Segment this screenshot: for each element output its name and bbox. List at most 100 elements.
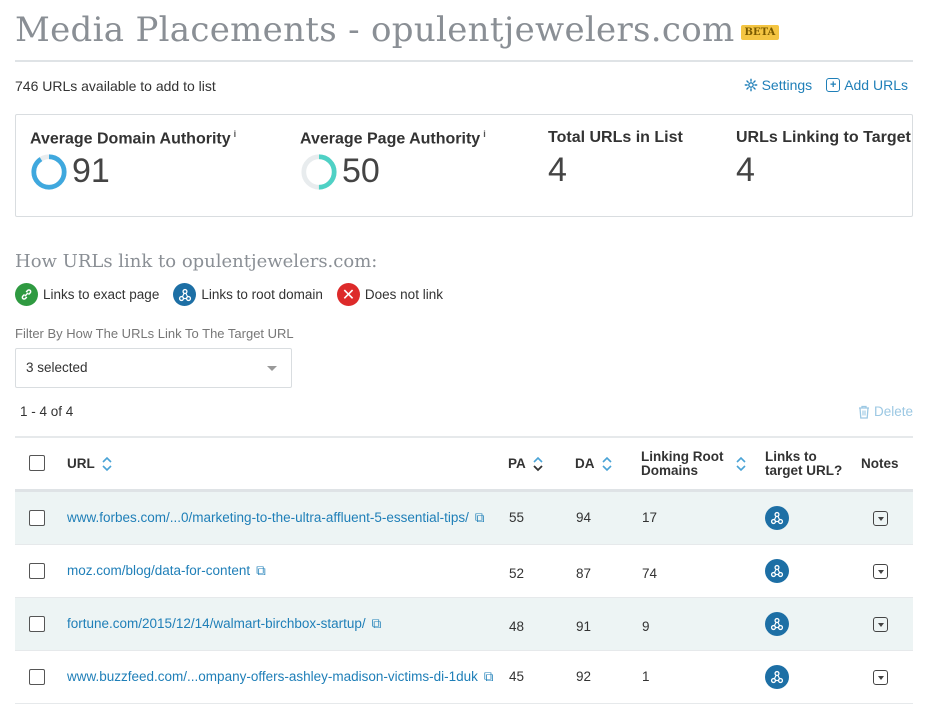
- table-row: www.buzzfeed.com/...ompany-offers-ashley…: [15, 651, 913, 704]
- url-cell: moz.com/blog/data-for-content ⧉: [67, 563, 266, 579]
- x-icon: ✕: [336, 283, 360, 306]
- lrd-cell: 9: [642, 619, 650, 634]
- stat-page-authority: Average Page Authority i 50: [300, 129, 486, 191]
- network-icon: [173, 283, 197, 306]
- row-checkbox[interactable]: [29, 669, 45, 685]
- plus-icon: +: [826, 78, 841, 92]
- stat-label: Average Domain Authority: [30, 130, 231, 148]
- da-cell: 87: [576, 566, 592, 581]
- trash-icon: [858, 405, 869, 419]
- stat-value: 50: [342, 152, 380, 191]
- info-icon[interactable]: i: [483, 129, 486, 139]
- legend-item-root-domain: Links to root domain: [173, 283, 323, 306]
- row-checkbox[interactable]: [29, 510, 45, 526]
- url-cell: www.forbes.com/...0/marketing-to-the-ult…: [67, 510, 485, 526]
- sort-desc-icon: [533, 457, 543, 472]
- row-checkbox[interactable]: [29, 616, 45, 632]
- pa-cell: 48: [509, 619, 525, 634]
- column-header-links-to-target: Links to target URL?: [765, 449, 843, 478]
- network-icon: [765, 612, 789, 636]
- result-count: 1 - 4 of 4: [20, 404, 74, 419]
- page-authority-ring: [301, 154, 337, 190]
- delete-button[interactable]: Delete: [858, 404, 913, 419]
- stat-label: Total URLs in List: [548, 129, 683, 146]
- top-actions: Settings + Add URLs: [744, 77, 908, 93]
- column-header-da[interactable]: DA: [575, 456, 613, 472]
- url-link[interactable]: fortune.com/2015/12/14/walmart-birchbox-…: [67, 616, 366, 631]
- notes-dropdown-button[interactable]: [873, 511, 888, 526]
- settings-button[interactable]: Settings: [744, 77, 813, 93]
- network-icon: [765, 665, 789, 689]
- add-urls-label: Add URLs: [844, 77, 908, 93]
- url-link[interactable]: moz.com/blog/data-for-content: [67, 563, 250, 578]
- sort-icon: [602, 457, 612, 472]
- row-checkbox[interactable]: [29, 563, 45, 579]
- table-row: moz.com/blog/data-for-content ⧉ 52 87 74: [15, 545, 913, 598]
- external-link-icon[interactable]: ⧉: [475, 510, 485, 525]
- url-cell: fortune.com/2015/12/14/walmart-birchbox-…: [67, 616, 381, 632]
- stat-domain-authority: Average Domain Authority i 91: [30, 129, 236, 191]
- legend-label: Links to root domain: [201, 287, 323, 302]
- sort-icon: [102, 457, 112, 472]
- info-icon[interactable]: i: [234, 129, 237, 139]
- lrd-cell: 1: [642, 669, 650, 684]
- delete-label: Delete: [873, 404, 913, 419]
- filter-selected-value: 3 selected: [26, 360, 88, 375]
- da-cell: 91: [576, 619, 592, 634]
- urls-available-text: 746 URLs available to add to list: [15, 78, 216, 94]
- external-link-icon[interactable]: ⧉: [372, 616, 382, 631]
- table-row: www.forbes.com/...0/marketing-to-the-ult…: [15, 492, 913, 545]
- external-link-icon[interactable]: ⧉: [256, 563, 266, 578]
- stats-panel: Average Domain Authority i 91 Average Pag…: [15, 114, 913, 217]
- stat-value: 91: [72, 152, 110, 191]
- sort-icon[interactable]: [735, 456, 747, 472]
- column-header-url[interactable]: URL: [67, 456, 113, 472]
- notes-dropdown-button[interactable]: [873, 670, 888, 685]
- stat-urls-linking: URLs Linking to Target 4: [736, 129, 911, 190]
- chevron-down-icon: [267, 366, 277, 371]
- column-header-linking-root-domains[interactable]: Linking Root Domains: [641, 450, 725, 478]
- legend-label: Links to exact page: [43, 287, 160, 302]
- url-link[interactable]: www.buzzfeed.com/...ompany-offers-ashley…: [67, 669, 478, 684]
- column-label: URL: [67, 456, 95, 471]
- stat-label: Average Page Authority: [300, 130, 481, 148]
- pa-cell: 45: [509, 669, 525, 684]
- legend-heading: How URLs link to opulentjewelers.com:: [15, 251, 378, 272]
- column-header-pa[interactable]: PA: [508, 456, 544, 472]
- filter-label: Filter By How The URLs Link To The Targe…: [15, 326, 294, 341]
- pa-cell: 55: [509, 510, 525, 525]
- title-row: Media Placements - opulentjewelers.com B…: [15, 10, 780, 50]
- column-header-notes: Notes: [861, 456, 899, 471]
- external-link-icon[interactable]: ⧉: [484, 669, 494, 684]
- column-label: DA: [575, 456, 594, 471]
- lrd-cell: 17: [642, 510, 658, 525]
- title-divider: [15, 60, 913, 62]
- table-row: fortune.com/2015/12/14/walmart-birchbox-…: [15, 598, 913, 651]
- table-header: URL PA DA Linking Root Domains Links to …: [15, 436, 913, 492]
- network-icon: [765, 506, 789, 530]
- settings-label: Settings: [761, 77, 813, 93]
- notes-dropdown-button[interactable]: [873, 617, 888, 632]
- domain-authority-ring: [31, 154, 67, 190]
- column-label: PA: [508, 456, 526, 471]
- beta-badge: BETA: [740, 25, 780, 40]
- gear-icon: [744, 78, 757, 92]
- select-all-checkbox[interactable]: [29, 455, 45, 471]
- url-link[interactable]: www.forbes.com/...0/marketing-to-the-ult…: [67, 510, 469, 525]
- urls-table: URL PA DA Linking Root Domains Links to …: [15, 436, 913, 704]
- da-cell: 94: [576, 510, 592, 525]
- legend-label: Does not link: [364, 287, 443, 302]
- pa-cell: 52: [509, 566, 525, 581]
- url-cell: www.buzzfeed.com/...ompany-offers-ashley…: [67, 669, 494, 685]
- lrd-cell: 74: [642, 566, 658, 581]
- page-title: Media Placements - opulentjewelers.com: [15, 10, 735, 50]
- stat-value: 4: [736, 151, 755, 189]
- link-icon: [15, 283, 38, 306]
- da-cell: 92: [576, 669, 592, 684]
- network-icon: [765, 559, 789, 583]
- legend-item-exact-page: Links to exact page: [15, 283, 159, 306]
- link-type-filter-select[interactable]: 3 selected: [15, 348, 292, 388]
- add-urls-button[interactable]: + Add URLs: [826, 77, 908, 93]
- legend: Links to exact page Links to root domain…: [15, 283, 443, 306]
- notes-dropdown-button[interactable]: [873, 564, 888, 579]
